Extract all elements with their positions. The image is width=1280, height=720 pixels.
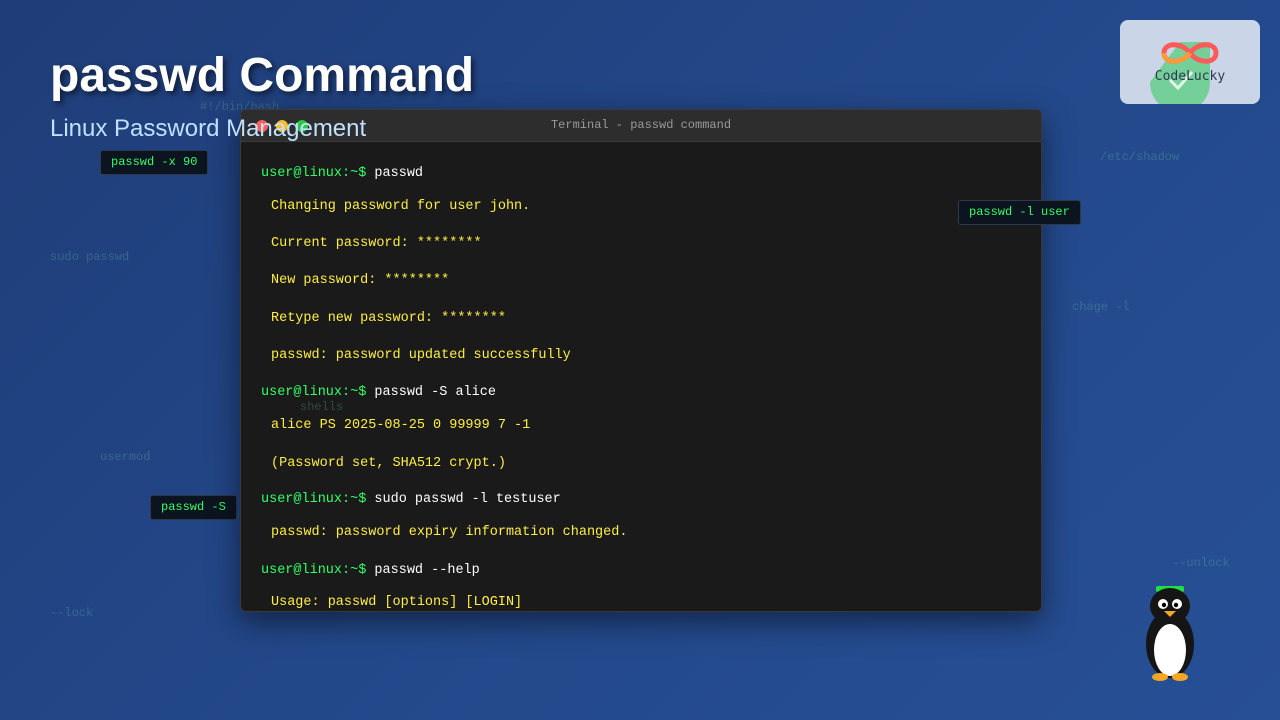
terminal-line-cmd: user@linux:~$ passwd (261, 166, 423, 182)
terminal-output-line: (Password set, SHA512 crypt.) (271, 456, 506, 471)
logo-text: CodeLucky (1154, 69, 1226, 84)
terminal-output-line: Retype new password: ******** (271, 311, 506, 326)
chip-passwd-status: passwd -S (150, 495, 237, 520)
chip-passwd-expire: passwd -x 90 (100, 150, 209, 175)
terminal-line-cmd: user@linux:~$ passwd --help (261, 563, 480, 579)
terminal-output-line: Usage: passwd [options] [LOGIN] (271, 595, 523, 610)
terminal-output-line: alice PS 2025-08-25 0 99999 7 -1 (271, 418, 531, 433)
terminal-line-cmd: user@linux:~$ sudo passwd -l testuser (261, 492, 561, 508)
page-subtitle: Linux Password Management (50, 115, 367, 142)
terminal-window[interactable]: Terminal - passwd command user@linux:~$ … (240, 109, 1042, 612)
terminal-command: passwd (366, 166, 424, 181)
terminal-command: passwd -S alice (366, 385, 496, 400)
terminal-prompt: user@linux:~$ (261, 166, 367, 181)
bg-snippet-chage: chage -l (1072, 300, 1130, 314)
bg-snippet-sudo-passwd: sudo passwd (50, 250, 130, 264)
bg-snippet-shadow: /etc/shadow (1100, 150, 1180, 164)
bg-snippet-lock: --lock (50, 606, 94, 620)
terminal-output-line: Current password: ******** (271, 236, 482, 251)
codelucky-logo[interactable]: CodeLucky (1120, 20, 1260, 104)
bg-snippet-shells: shells (300, 400, 344, 414)
terminal-prompt: user@linux:~$ (261, 492, 367, 507)
terminal-line-cmd: user@linux:~$ passwd -S alice (261, 385, 496, 401)
terminal-output-line: New password: ******** (271, 273, 450, 288)
bg-snippet-unlock: --unlock (1172, 556, 1230, 570)
chip-passwd-lock: passwd -l user (958, 200, 1081, 225)
terminal-output-line: passwd: password expiry information chan… (271, 525, 628, 540)
terminal-output-line: passwd: password updated successfully (271, 348, 571, 363)
page-title: passwd Command (50, 49, 475, 102)
bg-snippet-usermod: usermod (100, 450, 151, 464)
terminal-prompt: user@linux:~$ (261, 563, 367, 578)
terminal-command: sudo passwd -l testuser (366, 492, 561, 507)
terminal-prompt: user@linux:~$ (261, 385, 367, 400)
infinity-logo-icon (1161, 42, 1219, 64)
tux-penguin-icon (1146, 586, 1194, 681)
terminal-command: passwd --help (366, 563, 480, 578)
terminal-output-line: Changing password for user john. (271, 199, 531, 214)
